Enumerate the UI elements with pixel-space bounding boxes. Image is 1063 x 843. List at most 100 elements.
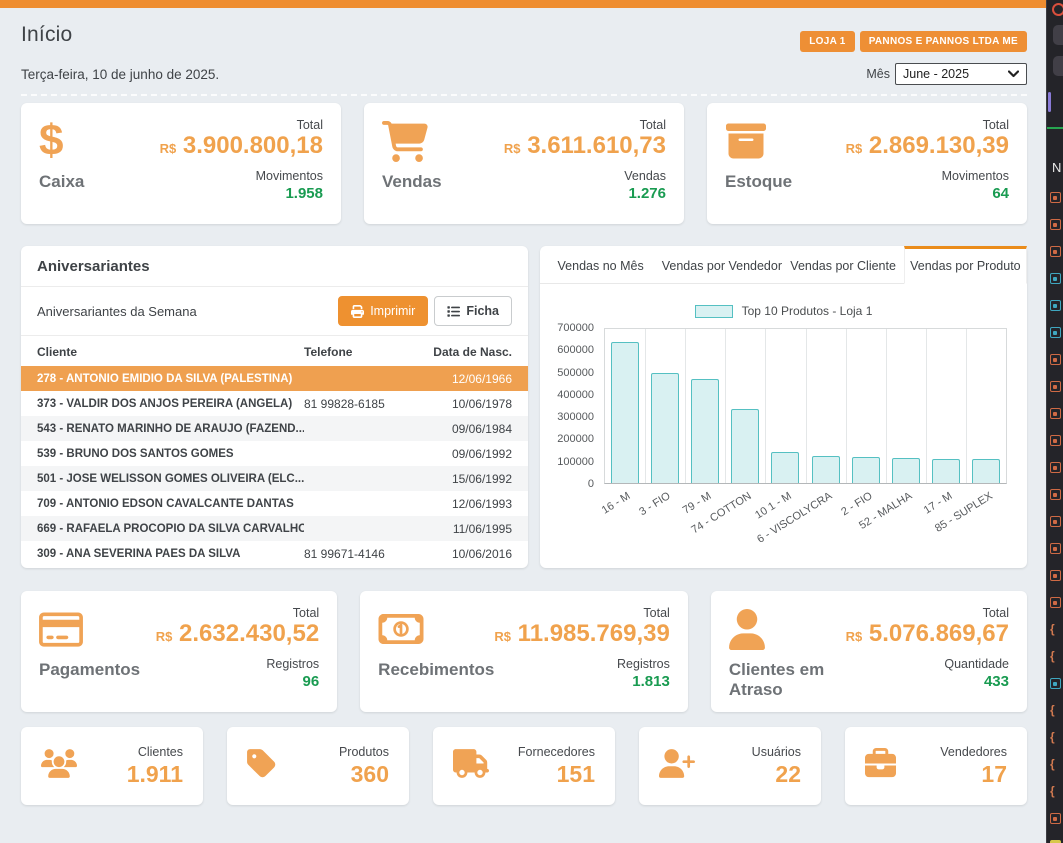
- y-tick-label: 400000: [557, 389, 594, 401]
- table-body: 278 - ANTONIO EMIDIO DA SILVA (PALESTINA…: [21, 366, 528, 566]
- stat-card-recebimentos[interactable]: Recebimentos Total R$ 11.985.769,39 Regi…: [360, 591, 688, 712]
- sub-value: 1.276: [504, 185, 666, 202]
- date-row: Terça-feira, 10 de junho de 2025. Mês Ju…: [21, 63, 1027, 85]
- table-row[interactable]: 709 - ANTONIO EDSON CAVALCANTE DANTAS 12…: [21, 491, 528, 516]
- table-row[interactable]: 501 - JOSE WELISSON GOMES OLIVEIRA (ELC.…: [21, 466, 528, 491]
- content: Início LOJA 1 PANNOS E PANNOS LTDA ME Te…: [0, 23, 1046, 805]
- stat-card-vendas[interactable]: Vendas Total R$ 3.611.610,73 Vendas 1.27…: [364, 103, 684, 224]
- element-fragment-icon: [1050, 327, 1061, 338]
- table-row[interactable]: 539 - BRUNO DOS SANTOS GOMES 09/06/1992: [21, 441, 528, 466]
- mini-cards-row: Clientes 1.911 Produtos 360: [21, 727, 1027, 805]
- legend-swatch: [695, 305, 733, 318]
- tab-vendas-no-mes[interactable]: Vendas no Mês: [540, 246, 661, 284]
- mini-label: Fornecedores: [518, 745, 595, 759]
- tag-icon: [247, 747, 276, 785]
- bar-79 - M: [691, 379, 719, 483]
- brace-fragment-icon: {: [1050, 759, 1061, 770]
- tab-vendas-por-produto[interactable]: Vendas por Produto: [904, 246, 1027, 284]
- header: Início LOJA 1 PANNOS E PANNOS LTDA ME: [21, 23, 1027, 52]
- total-label: Total: [846, 606, 1009, 620]
- mini-label: Produtos: [339, 745, 389, 759]
- mini-label: Vendedores: [940, 745, 1007, 759]
- gridline: [806, 329, 807, 483]
- table-header: Cliente Telefone Data de Nasc.: [21, 336, 528, 366]
- table-row[interactable]: 543 - RENATO MARINHO DE ARAUJO (FAZEND..…: [21, 416, 528, 441]
- stat-card-estoque[interactable]: Estoque Total R$ 2.869.130,39 Movimentos…: [707, 103, 1027, 224]
- bar-85 - SUPLEX: [972, 459, 1000, 483]
- element-fragment-icon: [1050, 381, 1061, 392]
- stats-row-2: Pagamentos Total R$ 2.632.430,52 Registr…: [21, 591, 1027, 712]
- sub-value: 96: [156, 673, 319, 690]
- y-tick-label: 600000: [557, 344, 594, 356]
- mini-card-fornecedores[interactable]: Fornecedores 151: [433, 727, 615, 805]
- archive-icon: [725, 118, 792, 164]
- total-label: Total: [156, 606, 319, 620]
- table-row[interactable]: 309 - ANA SEVERINA PAES DA SILVA 81 9967…: [21, 541, 528, 566]
- stat-card-title: Estoque: [725, 172, 792, 192]
- mini-card-vendedores[interactable]: Vendedores 17: [845, 727, 1027, 805]
- company-badge[interactable]: PANNOS E PANNOS LTDA ME: [860, 31, 1027, 52]
- user-plus-icon: [659, 749, 695, 783]
- column-data-nasc: Data de Nasc.: [432, 345, 512, 359]
- element-fragment-icon: [1050, 462, 1061, 473]
- chevron-down-icon: [1008, 70, 1019, 78]
- sub-label: Movimentos: [160, 169, 323, 183]
- x-tick-label: 3 - FIO: [637, 490, 672, 518]
- date-text: Terça-feira, 10 de junho de 2025.: [21, 67, 219, 82]
- element-fragment-icon: [1050, 354, 1061, 365]
- window-fragment-letter: N: [1052, 160, 1061, 175]
- mini-value: 22: [752, 761, 801, 788]
- briefcase-icon: [865, 748, 896, 784]
- total-value: R$ 2.632.430,52: [156, 620, 319, 651]
- mini-card-usuarios[interactable]: Usuários 22: [639, 727, 821, 805]
- stat-card-title: Clientes em Atraso: [729, 660, 846, 700]
- bar-3 - FIO: [651, 373, 679, 483]
- birthdays-title: Aniversariantes: [21, 246, 528, 287]
- month-select-value: June - 2025: [903, 67, 969, 81]
- bar-2 - FIO: [852, 457, 880, 483]
- table-row[interactable]: 669 - RAFAELA PROCOPIO DA SILVA CARVALHO…: [21, 516, 528, 541]
- y-tick-label: 0: [588, 478, 594, 490]
- chart-legend: Top 10 Produtos - Loja 1: [540, 304, 1027, 318]
- mini-value: 151: [518, 761, 595, 788]
- birthdays-subheader: Aniversariantes da Semana Imprimir Ficha: [21, 287, 528, 336]
- total-value: R$ 3.900.800,18: [160, 132, 323, 163]
- sub-value: 433: [846, 673, 1009, 690]
- tab-vendas-por-vendedor[interactable]: Vendas por Vendedor: [661, 246, 782, 284]
- print-button[interactable]: Imprimir: [338, 296, 428, 326]
- table-row[interactable]: 278 - ANTONIO EMIDIO DA SILVA (PALESTINA…: [21, 366, 528, 391]
- dollar-icon: $: [39, 118, 84, 164]
- column-cliente: Cliente: [37, 345, 304, 359]
- brace-fragment-icon: {: [1050, 624, 1061, 635]
- birthdays-panel: Aniversariantes Aniversariantes da Seman…: [21, 246, 528, 568]
- chart-x-axis: 16 - M3 - FIO79 - M74 - COTTON10 1 - M6 …: [604, 486, 1007, 538]
- stat-card-title: Vendas: [382, 172, 442, 192]
- mini-label: Clientes: [127, 745, 183, 759]
- store-badge[interactable]: LOJA 1: [800, 31, 854, 52]
- dashboard-screen: Início LOJA 1 PANNOS E PANNOS LTDA ME Te…: [0, 0, 1063, 843]
- mini-value: 17: [940, 761, 1007, 788]
- brace-fragment-icon: {: [1050, 786, 1061, 797]
- stat-card-clientes-atraso[interactable]: Clientes em Atraso Total R$ 5.076.869,67…: [711, 591, 1027, 712]
- y-tick-label: 700000: [557, 322, 594, 334]
- main-area: Início LOJA 1 PANNOS E PANNOS LTDA ME Te…: [0, 0, 1046, 843]
- table-row[interactable]: 373 - VALDIR DOS ANJOS PEREIRA (ANGELA) …: [21, 391, 528, 416]
- mini-card-clientes[interactable]: Clientes 1.911: [21, 727, 203, 805]
- month-filter: Mês June - 2025: [866, 63, 1027, 85]
- stat-card-pagamentos[interactable]: Pagamentos Total R$ 2.632.430,52 Registr…: [21, 591, 337, 712]
- gridline: [886, 329, 887, 483]
- mini-card-produtos[interactable]: Produtos 360: [227, 727, 409, 805]
- stat-card-caixa[interactable]: $ Caixa Total R$ 3.900.800,18 Movimentos…: [21, 103, 341, 224]
- y-tick-label: 100000: [557, 456, 594, 468]
- window-fragment: [1053, 25, 1063, 45]
- badges: LOJA 1 PANNOS E PANNOS LTDA ME: [800, 31, 1027, 52]
- y-tick-label: 300000: [557, 411, 594, 423]
- chart-plot: [604, 328, 1007, 484]
- gridline: [926, 329, 927, 483]
- month-select[interactable]: June - 2025: [895, 63, 1027, 85]
- bar-17 - M: [932, 459, 960, 483]
- sub-label: Registros: [156, 657, 319, 671]
- tab-vendas-por-cliente[interactable]: Vendas por Cliente: [783, 246, 904, 284]
- list-icon: [447, 305, 460, 318]
- ficha-button[interactable]: Ficha: [434, 296, 512, 326]
